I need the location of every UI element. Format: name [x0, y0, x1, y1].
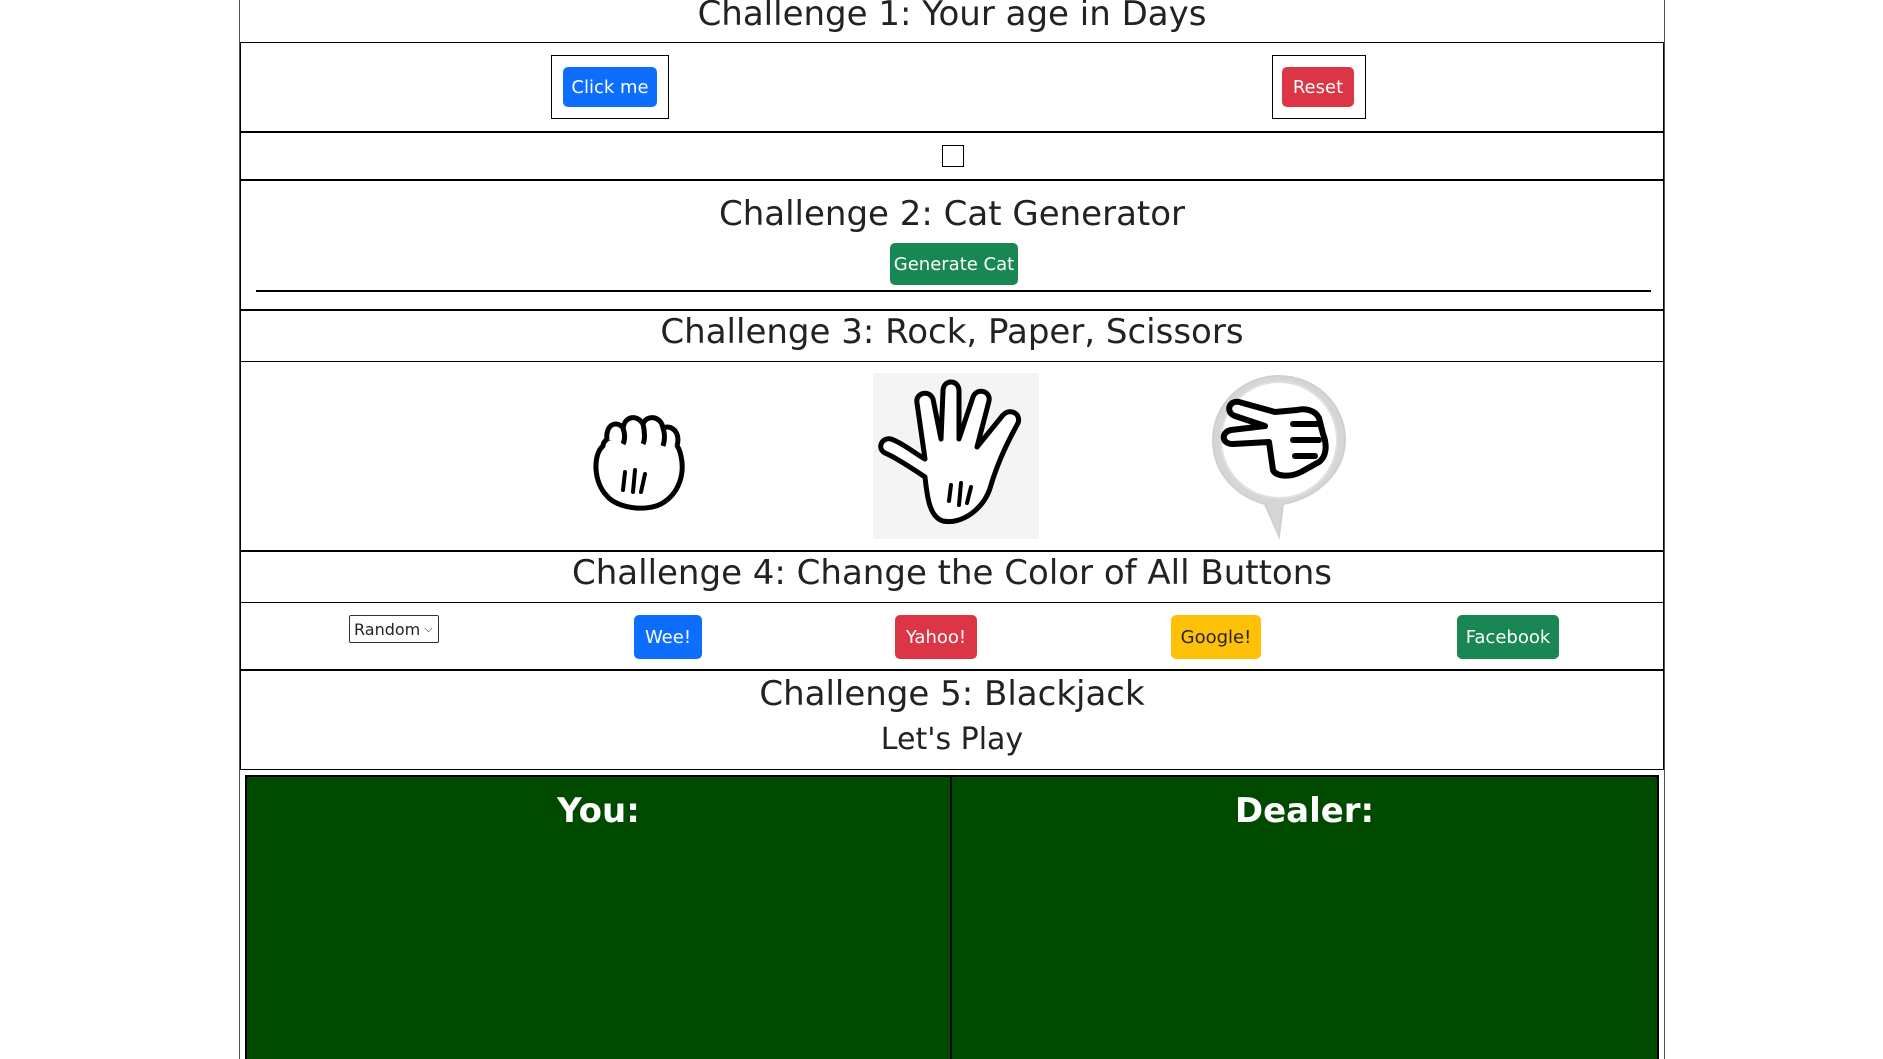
color-select-value: Random	[354, 619, 421, 639]
your-label: You:	[557, 791, 640, 831]
yahoo-button[interactable]: Yahoo!	[895, 615, 977, 659]
age-result-box	[942, 145, 964, 167]
challenge4-title: Challenge 4: Change the Color of All But…	[572, 553, 1332, 593]
cat-flex-divider	[256, 290, 1651, 292]
wee-button[interactable]: Wee!	[634, 615, 702, 659]
facebook-button[interactable]: Facebook	[1457, 615, 1559, 659]
click-me-button[interactable]: Click me	[563, 67, 657, 107]
challenge1-title: Challenge 1: Your age in Days	[697, 0, 1207, 34]
challenge4-buttons-row: Random ⌵ Wee! Yahoo! Google! Facebook	[240, 602, 1664, 670]
age-result-row	[240, 132, 1664, 180]
paper-icon[interactable]	[873, 373, 1039, 539]
google-button[interactable]: Google!	[1171, 615, 1261, 659]
challenge2-title: Challenge 2: Cat Generator	[718, 194, 1186, 234]
challenge3-title: Challenge 3: Rock, Paper, Scissors	[660, 312, 1244, 352]
page-container: Challenge 1: Your age in Days Click me R…	[239, 0, 1665, 1059]
color-select[interactable]: Random ⌵	[349, 615, 439, 643]
scissors-icon[interactable]	[1209, 372, 1349, 540]
reset-button[interactable]: Reset	[1282, 67, 1354, 107]
dealer-box: Dealer:	[952, 777, 1657, 1059]
your-box: You:	[247, 777, 952, 1059]
blackjack-table: You: Dealer:	[245, 775, 1659, 1059]
rock-icon[interactable]	[583, 394, 693, 516]
dealer-label: Dealer:	[1234, 791, 1375, 831]
generate-cat-button[interactable]: Generate Cat	[890, 243, 1018, 285]
challenge5-title: Challenge 5: Blackjack	[759, 674, 1145, 714]
rps-images-row	[240, 361, 1664, 551]
challenge1-controls-row: Click me Reset	[240, 42, 1664, 132]
challenge5-subtitle: Let's Play	[880, 722, 1024, 757]
chevron-down-icon: ⌵	[424, 622, 433, 635]
